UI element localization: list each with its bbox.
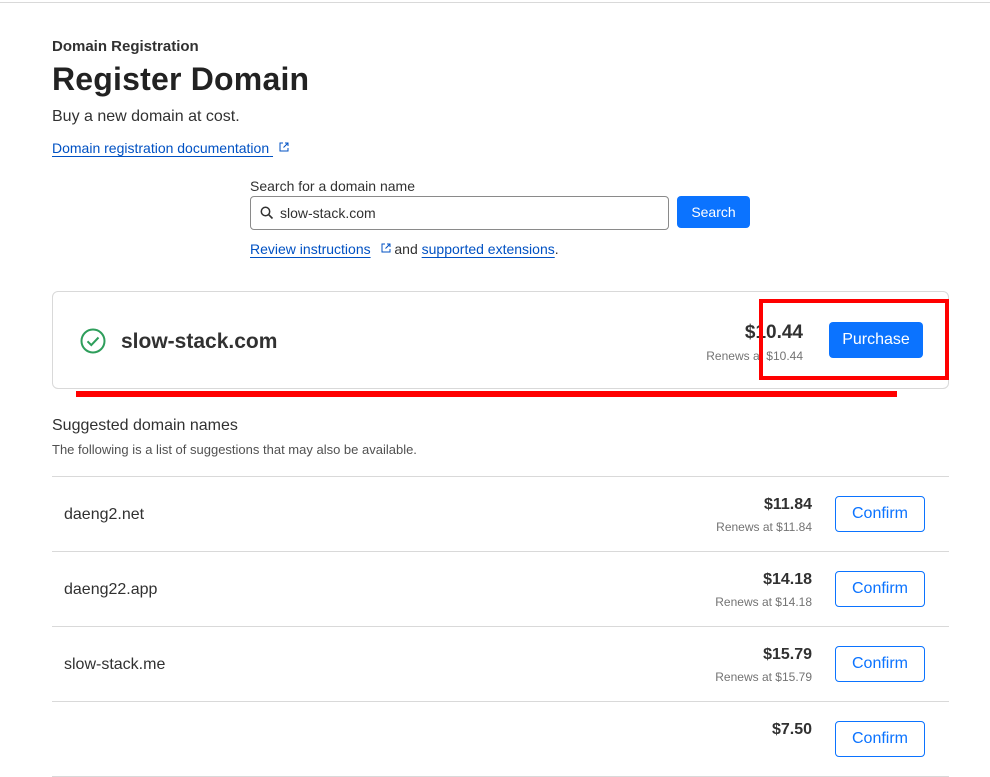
highlight-box: [759, 299, 949, 380]
search-input[interactable]: slow-stack.com: [250, 196, 669, 230]
external-link-icon: [279, 142, 289, 152]
search-button[interactable]: Search: [677, 196, 750, 228]
period-text: .: [554, 241, 559, 257]
suggestion-domain-name: daeng22.app: [64, 581, 158, 598]
review-instructions-link[interactable]: Review instructions: [250, 241, 371, 257]
suggestion-price: $11.84: [763, 496, 812, 513]
suggestion-domain-name: slow-stack.me: [64, 656, 166, 673]
suggestion-renew-price: Renews at $14.18: [715, 595, 812, 609]
search-label: Search for a domain name: [250, 178, 415, 194]
search-input-value: slow-stack.com: [280, 205, 376, 221]
list-item: slow-stack.me $15.79 Renews at $15.79 Co…: [52, 627, 949, 702]
list-item: daeng22.app $14.18 Renews at $14.18 Conf…: [52, 552, 949, 627]
confirm-button[interactable]: Confirm: [835, 721, 925, 757]
documentation-link[interactable]: Domain registration documentation: [52, 140, 289, 156]
external-link-icon: [381, 243, 390, 253]
breadcrumb: Domain Registration: [52, 38, 199, 55]
suggestions-title: Suggested domain names: [52, 417, 238, 434]
suggestion-renew-price: Renews at $15.79: [715, 670, 812, 684]
highlight-underline: [76, 391, 897, 397]
search-icon: [260, 206, 274, 220]
page-subtitle: Buy a new domain at cost.: [52, 108, 240, 125]
confirm-button[interactable]: Confirm: [835, 571, 925, 607]
check-circle-icon: [80, 328, 106, 354]
and-text: and: [390, 241, 422, 257]
suggestion-price: $7.50: [771, 721, 812, 738]
supported-extensions-link[interactable]: supported extensions: [422, 241, 555, 257]
list-item: $7.50 Confirm: [52, 702, 949, 777]
confirm-button[interactable]: Confirm: [835, 646, 925, 682]
documentation-link-label: Domain registration documentation: [52, 140, 270, 156]
result-domain-name: slow-stack.com: [121, 330, 278, 353]
suggestions-list: daeng2.net $11.84 Renews at $11.84 Confi…: [52, 476, 949, 777]
page-title: Register Domain: [52, 61, 310, 97]
suggestion-renew-price: Renews at $11.84: [716, 520, 812, 534]
top-divider: [0, 2, 990, 3]
suggestions-subtitle: The following is a list of suggestions t…: [52, 442, 417, 457]
confirm-button[interactable]: Confirm: [835, 496, 925, 532]
list-item: daeng2.net $11.84 Renews at $11.84 Confi…: [52, 477, 949, 552]
review-row: Review instructions and supported extens…: [250, 241, 559, 257]
suggestion-price: $14.18: [763, 571, 812, 588]
suggestion-price: $15.79: [763, 646, 812, 663]
suggestion-domain-name: daeng2.net: [64, 506, 145, 523]
